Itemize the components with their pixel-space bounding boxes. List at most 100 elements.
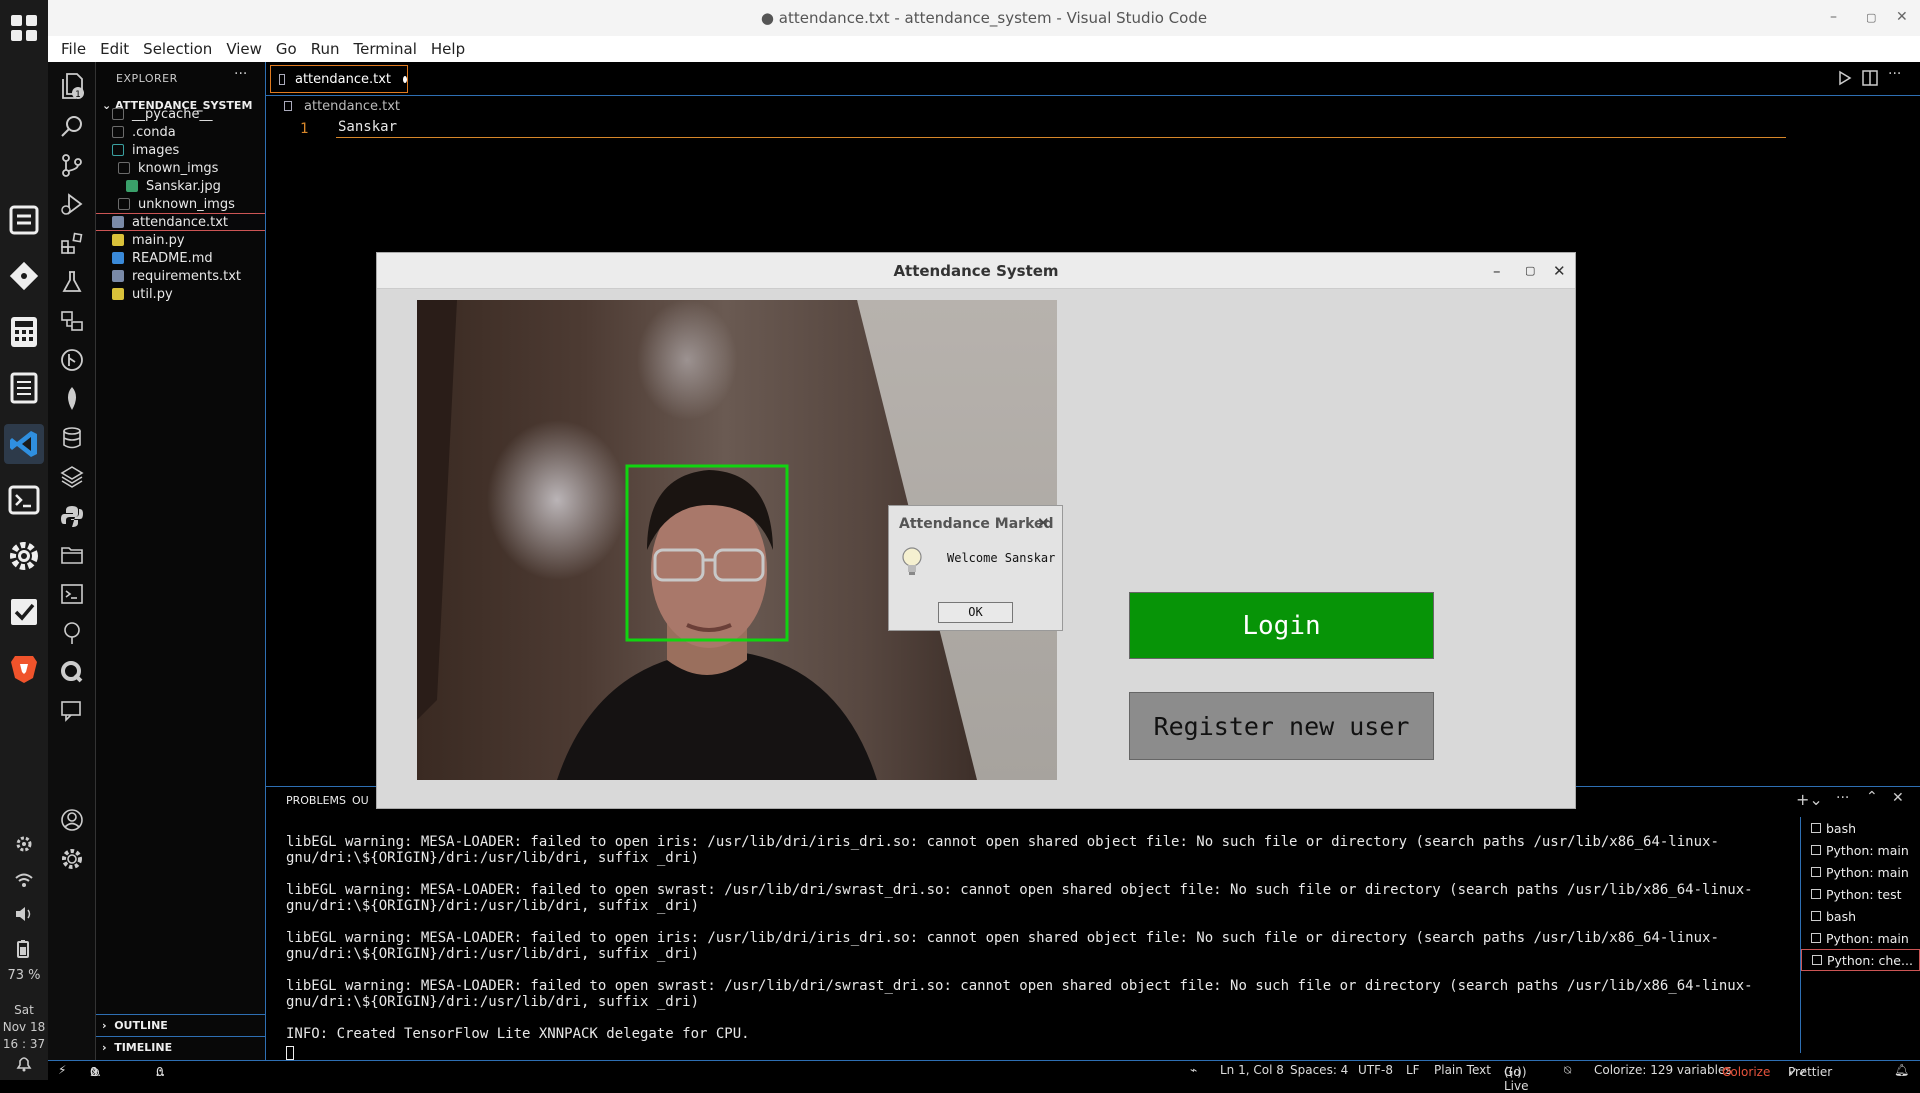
code-line[interactable]: Sanskar	[336, 119, 1786, 138]
manage-gear-icon[interactable]	[58, 845, 86, 873]
python-icon[interactable]	[58, 502, 86, 530]
folder-icon	[112, 126, 124, 138]
testing-icon[interactable]	[58, 268, 86, 296]
wifi-icon[interactable]	[14, 872, 34, 888]
database-icon[interactable]	[58, 424, 86, 452]
terminal-instance[interactable]: Python: main	[1801, 839, 1920, 861]
cursor-position[interactable]: Ln 1, Col 8	[1220, 1063, 1284, 1077]
terminal-instance[interactable]: Python: main	[1801, 927, 1920, 949]
tree-item-label: requirements.txt	[132, 268, 242, 284]
timeline-section[interactable]: › TIMELINE	[96, 1036, 265, 1058]
run-file-icon[interactable]	[1838, 70, 1852, 86]
dialog-close-icon[interactable]: ✕	[1037, 514, 1050, 532]
tree-item[interactable]: .conda	[96, 123, 265, 141]
accounts-icon[interactable]	[58, 806, 86, 834]
outline-section[interactable]: › OUTLINE	[96, 1014, 265, 1036]
app-close-button[interactable]: ✕	[1553, 253, 1566, 289]
search-icon[interactable]	[58, 112, 86, 140]
colorize-vars[interactable]: Colorize: 129 variables	[1594, 1063, 1732, 1077]
chat-icon[interactable]	[58, 697, 86, 725]
register-new-user-button[interactable]: Register new user	[1129, 692, 1434, 760]
tree-item[interactable]: images	[96, 141, 265, 159]
tasks-icon[interactable]	[4, 592, 44, 632]
menu-run[interactable]: Run	[304, 40, 347, 58]
terminal-icon[interactable]	[58, 580, 86, 608]
maximize-button[interactable]: ▢	[1866, 11, 1876, 24]
menu-go[interactable]: Go	[269, 40, 304, 58]
tree-item[interactable]: unknown_imgs	[96, 195, 265, 213]
maximize-panel-icon[interactable]: ⌃	[1866, 789, 1878, 805]
minimize-button[interactable]: –	[1830, 9, 1837, 25]
menu-edit[interactable]: Edit	[93, 40, 136, 58]
language-mode[interactable]: Plain Text	[1434, 1063, 1491, 1077]
indentation[interactable]: Spaces: 4	[1290, 1063, 1348, 1077]
panel-more-icon[interactable]: ···	[1836, 790, 1849, 806]
notes-icon[interactable]	[4, 368, 44, 408]
terminal-output[interactable]: libEGL warning: MESA-LOADER: failed to o…	[286, 834, 1796, 1060]
menu-terminal[interactable]: Terminal	[347, 40, 424, 58]
notifications-icon[interactable]	[15, 1055, 33, 1073]
editor-more-icon[interactable]: ···	[1888, 66, 1901, 82]
unsaved-dot-icon[interactable]	[403, 75, 407, 83]
quokka-icon[interactable]	[58, 658, 86, 686]
git-graph-icon[interactable]	[58, 346, 86, 374]
app-minimize-button[interactable]: –	[1493, 253, 1501, 289]
terminal-icon	[1811, 889, 1821, 899]
tree-item[interactable]: attendance.txt	[96, 213, 265, 231]
terminal-instance[interactable]: Python: che...	[1801, 949, 1920, 971]
volume-icon[interactable]	[14, 906, 34, 922]
menu-help[interactable]: Help	[424, 40, 472, 58]
tree-item[interactable]: util.py	[96, 285, 265, 303]
settings-app-icon[interactable]	[4, 536, 44, 576]
app-grid-icon[interactable]	[4, 8, 44, 48]
tree-item[interactable]: __pycache__	[96, 105, 265, 123]
end-of-line[interactable]: LF	[1406, 1063, 1420, 1077]
layers-icon[interactable]	[58, 463, 86, 491]
breadcrumb-file[interactable]: attendance.txt	[304, 99, 400, 114]
project-manager-icon[interactable]	[58, 541, 86, 569]
terminal-instance[interactable]: Python: test	[1801, 883, 1920, 905]
login-button[interactable]: Login	[1129, 592, 1434, 659]
terminal-app-icon[interactable]	[4, 480, 44, 520]
mongodb-icon[interactable]	[58, 385, 86, 413]
remote-icon[interactable]: ⚡	[58, 1063, 66, 1077]
app-maximize-button[interactable]: ▢	[1525, 253, 1535, 289]
git-client-icon[interactable]	[4, 256, 44, 296]
tree-view-icon[interactable]	[58, 619, 86, 647]
source-control-icon[interactable]	[58, 151, 86, 179]
menu-file[interactable]: File	[54, 40, 93, 58]
calculator-icon[interactable]	[4, 312, 44, 352]
tree-item[interactable]: requirements.txt	[96, 267, 265, 285]
new-terminal-icon[interactable]: +⌄	[1796, 790, 1823, 809]
no-bell-icon[interactable]: ⍉	[1564, 1063, 1571, 1078]
split-editor-icon[interactable]	[1862, 70, 1878, 86]
run-debug-icon[interactable]	[58, 190, 86, 218]
tab-problems[interactable]: PROBLEMS	[286, 794, 346, 807]
tree-item[interactable]: known_imgs	[96, 159, 265, 177]
tree-item[interactable]: README.md	[96, 249, 265, 267]
encoding[interactable]: UTF-8	[1358, 1063, 1393, 1077]
terminal-instance[interactable]: bash	[1801, 905, 1920, 927]
notification-bell-icon[interactable]: 🔔︎	[1894, 1063, 1909, 1077]
source-icon[interactable]: ⌁	[1190, 1063, 1197, 1077]
settings-tray-icon[interactable]	[14, 834, 34, 854]
explorer-icon[interactable]: 1	[58, 72, 86, 100]
menu-selection[interactable]: Selection	[136, 40, 219, 58]
close-panel-icon[interactable]: ✕	[1892, 790, 1904, 806]
close-window-button[interactable]: ✕	[1896, 9, 1908, 25]
file-manager-icon[interactable]	[4, 200, 44, 240]
ok-button[interactable]: OK	[938, 602, 1013, 623]
extensions-icon[interactable]	[58, 229, 86, 257]
vscode-icon[interactable]	[4, 424, 44, 464]
outline-label: OUTLINE	[114, 1019, 168, 1032]
terminal-instance[interactable]: bash	[1801, 817, 1920, 839]
tree-item[interactable]: main.py	[96, 231, 265, 249]
tab-output[interactable]: OU	[352, 794, 369, 807]
tab-attendance-txt[interactable]: attendance.txt	[270, 65, 408, 93]
bash-icon	[1811, 823, 1821, 833]
terminal-instance[interactable]: Python: main	[1801, 861, 1920, 883]
tree-item[interactable]: Sanskar.jpg	[96, 177, 265, 195]
remote-explorer-icon[interactable]	[58, 307, 86, 335]
brave-browser-icon[interactable]	[4, 648, 44, 688]
menu-view[interactable]: View	[219, 40, 269, 58]
